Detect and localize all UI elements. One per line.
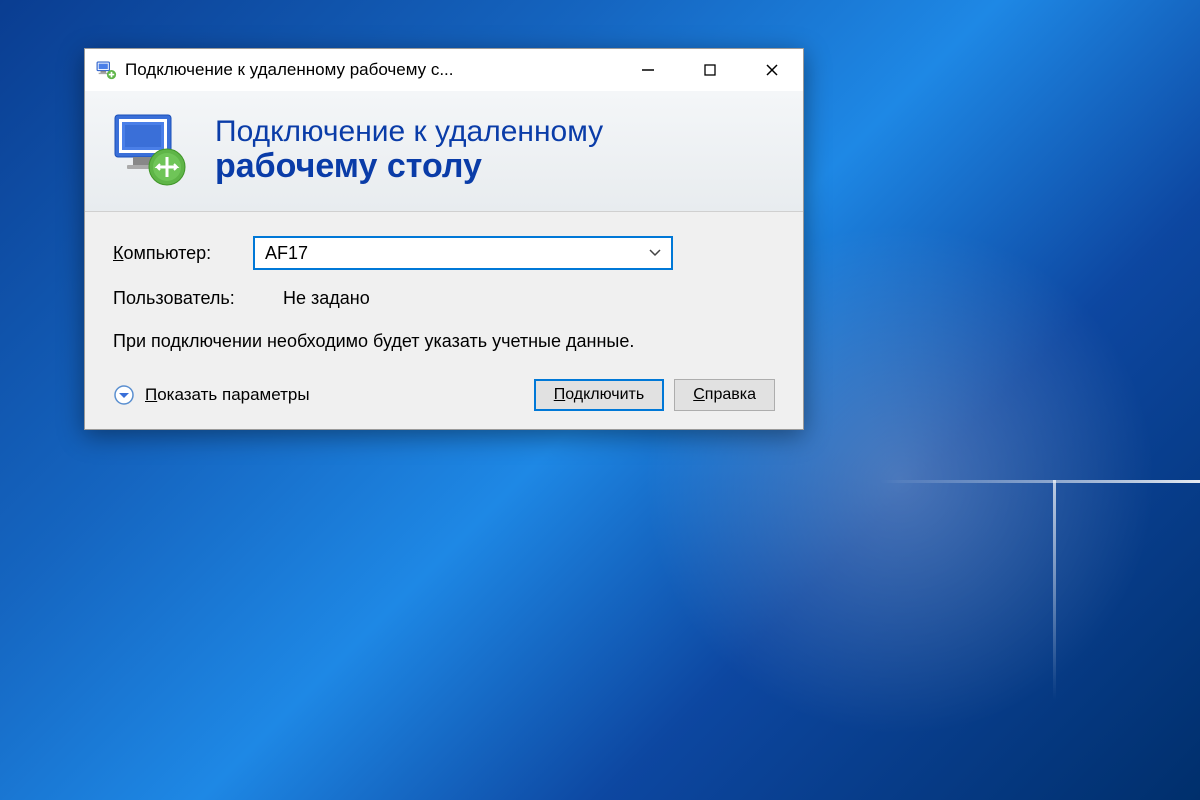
dialog-footer: Показать параметры Подключить Справка [113,379,775,411]
chevron-down-icon [649,249,661,257]
close-icon [765,63,779,77]
dialog-header: Подключение к удаленному рабочему столу [85,91,803,212]
user-value: Не задано [283,288,370,309]
maximize-button[interactable] [679,49,741,91]
help-button[interactable]: Справка [674,379,775,411]
combobox-dropdown-button[interactable] [639,238,671,268]
app-icon [95,59,117,81]
desktop-streak [880,480,1200,483]
dialog-title-line1: Подключение к удаленному [215,115,603,148]
dialog-body: Компьютер: Пользователь: Не задано При п… [85,212,803,429]
credentials-info-text: При подключении необходимо будет указать… [113,329,775,353]
close-button[interactable] [741,49,803,91]
titlebar[interactable]: Подключение к удаленному рабочему с... [85,49,803,91]
computer-row: Компьютер: [113,236,775,270]
user-label: Пользователь: [113,288,283,309]
rdp-dialog-window: Подключение к удаленному рабочему с... [84,48,804,430]
connect-button[interactable]: Подключить [534,379,664,411]
minimize-icon [641,63,655,77]
show-options-label: Показать параметры [145,385,310,405]
window-controls [617,49,803,91]
maximize-icon [703,63,717,77]
rdp-hero-icon [109,109,191,191]
minimize-button[interactable] [617,49,679,91]
dialog-title-block: Подключение к удаленному рабочему столу [215,115,603,185]
expand-chevron-icon [113,384,135,406]
dialog-title-line2: рабочему столу [215,148,603,185]
user-row: Пользователь: Не задано [113,288,775,309]
computer-combobox[interactable] [253,236,673,270]
computer-input[interactable] [255,238,639,268]
window-title: Подключение к удаленному рабочему с... [125,60,617,80]
show-options-toggle[interactable]: Показать параметры [113,384,310,406]
computer-label: Компьютер: [113,243,253,264]
desktop-streak-vertical [1053,480,1056,700]
